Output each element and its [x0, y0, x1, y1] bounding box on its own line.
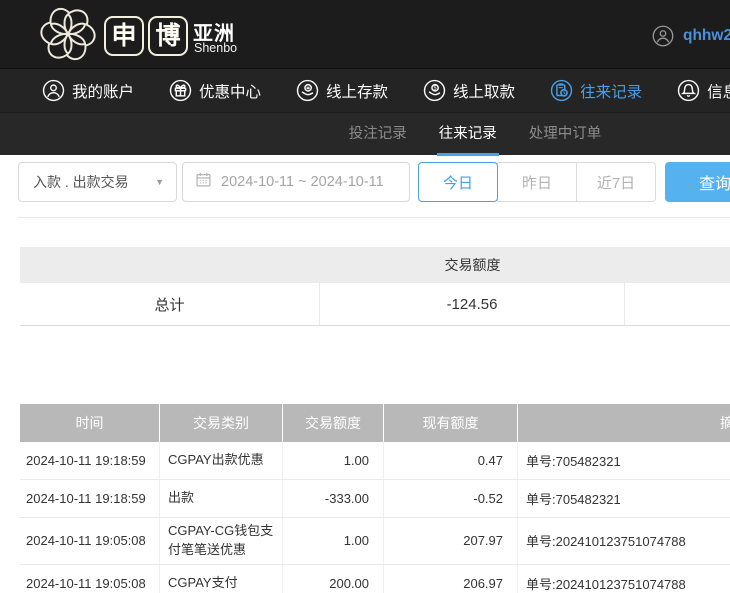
records-clipboard-icon	[550, 79, 573, 102]
nav-item-label: 线上存款	[326, 80, 388, 102]
main-navigation: 我的账户 优惠中心	[0, 68, 730, 112]
tab-transaction-records[interactable]: 往来记录	[439, 113, 497, 156]
nav-item-my-account[interactable]: 我的账户	[42, 79, 134, 102]
query-button[interactable]: 查询	[665, 162, 730, 202]
cell-amount: -333.00	[283, 480, 384, 517]
nav-item-promotions[interactable]: 优惠中心	[169, 79, 261, 102]
cell-amount: 1.00	[283, 518, 384, 564]
cell-memo: 单号:202410123751074788	[518, 518, 730, 564]
table-row: 2024-10-11 19:18:59 出款 -333.00 -0.52 单号:…	[20, 480, 730, 518]
bell-icon	[677, 79, 700, 102]
nav-item-label: 优惠中心	[199, 80, 261, 102]
yesterday-button[interactable]: 昨日	[497, 162, 577, 202]
nav-item-label: 我的账户	[72, 80, 134, 102]
account-area[interactable]: qhhw2	[652, 25, 730, 47]
summary-total-label: 总计	[20, 283, 320, 325]
nav-item-withdraw[interactable]: $ 线上取款	[423, 79, 515, 102]
brand-char-bo: 博	[148, 16, 188, 56]
chevron-down-icon: ▼	[155, 177, 164, 187]
active-tab-underline	[437, 153, 499, 156]
summary-header-spacer	[20, 247, 320, 283]
calendar-icon	[195, 171, 212, 193]
tab-label: 投注记录	[349, 126, 407, 142]
cell-amount: 1.00	[283, 442, 384, 479]
column-header-amount: 交易额度	[283, 404, 384, 442]
user-avatar-icon	[652, 25, 674, 47]
cell-memo: 单号:202410123751074788	[518, 565, 730, 593]
user-circle-icon	[42, 79, 65, 102]
table-row: 2024-10-11 19:05:08 CGPAY-CG钱包支付笔笔送优惠 1.…	[20, 518, 730, 565]
username-link[interactable]: qhhw2	[683, 27, 730, 45]
column-header-type: 交易类别	[160, 404, 283, 442]
summary-table-header: 交易额度	[20, 247, 730, 283]
tab-label: 往来记录	[439, 126, 497, 142]
svg-text:$: $	[433, 86, 437, 92]
cell-time: 2024-10-11 19:18:59	[20, 480, 160, 517]
cell-time: 2024-10-11 19:05:08	[20, 565, 160, 593]
page: 申 博 亚洲 Shenbo qhhw2 我的账户	[0, 0, 730, 593]
nav-item-label: 线上取款	[453, 80, 515, 102]
brand-char-shen: 申	[104, 16, 144, 56]
summary-header-spacer	[625, 247, 730, 283]
nav-item-messages[interactable]: 信息	[677, 79, 730, 102]
transactions-table-header: 时间 交易类别 交易额度 现有额度 摘要	[20, 404, 730, 442]
record-tabs: 投注记录 往来记录 处理中订单	[0, 112, 730, 155]
brand-flower-icon	[38, 4, 98, 64]
cell-memo: 单号:705482321	[518, 480, 730, 517]
summary-table: 交易额度 总计 -124.56	[20, 247, 730, 326]
summary-header-amount: 交易额度	[320, 247, 625, 283]
deposit-hand-coin-icon	[296, 79, 319, 102]
transactions-table: 时间 交易类别 交易额度 现有额度 摘要 2024-10-11 19:18:59…	[20, 404, 730, 593]
cell-balance: 0.47	[384, 442, 518, 479]
cell-time: 2024-10-11 19:18:59	[20, 442, 160, 479]
nav-item-deposit[interactable]: 线上存款	[296, 79, 388, 102]
tab-betting-records[interactable]: 投注记录	[349, 113, 407, 156]
nav-item-label: 信息	[707, 80, 730, 102]
quick-date-buttons: 今日 昨日 近7日	[418, 162, 656, 202]
nav-item-records[interactable]: 往来记录	[550, 79, 642, 102]
column-header-memo: 摘要	[518, 404, 730, 442]
app-window: 申 博 亚洲 Shenbo qhhw2 我的账户	[0, 0, 730, 593]
cell-amount: 200.00	[283, 565, 384, 593]
tab-processing-orders[interactable]: 处理中订单	[529, 113, 602, 156]
last-7-days-button[interactable]: 近7日	[576, 162, 656, 202]
cell-memo: 单号:705482321	[518, 442, 730, 479]
top-header: 申 博 亚洲 Shenbo qhhw2	[0, 0, 730, 68]
table-row: 2024-10-11 19:05:08 CGPAY支付 200.00 206.9…	[20, 565, 730, 593]
cell-type: CGPAY出款优惠	[160, 442, 283, 479]
date-range-input[interactable]: 2024-10-11 ~ 2024-10-11	[182, 162, 410, 202]
filter-divider	[18, 217, 730, 218]
cell-type: CGPAY支付	[160, 565, 283, 593]
summary-empty-cell	[625, 283, 730, 325]
cell-type: 出款	[160, 480, 283, 517]
select-value: 入款 . 出款交易	[33, 172, 155, 192]
column-header-time: 时间	[20, 404, 160, 442]
brand-subtitle: Shenbo	[194, 41, 237, 55]
cell-balance: 206.97	[384, 565, 518, 593]
summary-total-value: -124.56	[320, 283, 625, 325]
date-range-value: 2024-10-11 ~ 2024-10-11	[221, 174, 384, 190]
cell-time: 2024-10-11 19:05:08	[20, 518, 160, 564]
summary-total-row: 总计 -124.56	[20, 283, 730, 326]
today-button[interactable]: 今日	[418, 162, 498, 202]
withdraw-hand-coin-icon: $	[423, 79, 446, 102]
gift-icon	[169, 79, 192, 102]
transaction-type-select[interactable]: 入款 . 出款交易 ▼	[18, 162, 177, 202]
column-header-balance: 现有额度	[384, 404, 518, 442]
table-row: 2024-10-11 19:18:59 CGPAY出款优惠 1.00 0.47 …	[20, 442, 730, 480]
cell-type: CGPAY-CG钱包支付笔笔送优惠	[160, 518, 283, 564]
nav-item-label: 往来记录	[580, 80, 642, 102]
cell-balance: 207.97	[384, 518, 518, 564]
cell-balance: -0.52	[384, 480, 518, 517]
tab-label: 处理中订单	[529, 126, 602, 142]
